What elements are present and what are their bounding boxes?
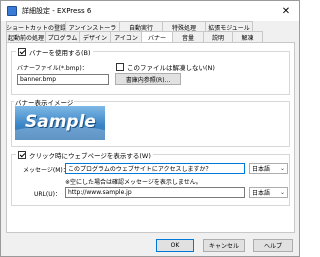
tab-design[interactable]: デザイン [79,31,111,42]
tab-row-2: 起動前の処理 プログラム デザイン アイコン バナー 音量 説明 解凍 [6,31,263,43]
close-icon: ✕ [281,5,291,17]
url-language-select[interactable]: 日本語 ⌄ [249,187,288,198]
url-language-value: 日本語 [252,190,271,197]
tab-program[interactable]: プログラム [45,31,80,42]
use-banner-check-box[interactable] [18,48,26,56]
title-bar[interactable]: 詳細設定 - EXPress 6 ✕ [1,1,299,21]
tab-description[interactable]: 説明 [203,31,233,42]
url-input[interactable]: http://www.sample.jp [65,187,245,198]
chevron-down-icon: ⌄ [279,189,285,196]
tab-volume[interactable]: 音量 [172,31,204,42]
message-language-select[interactable]: 日本語 ⌄ [249,163,288,174]
dialog-window: 詳細設定 - EXPress 6 ✕ ショートカットの登録 アンインストーラ 自… [0,0,300,257]
use-banner-checkbox[interactable]: バナーを使用する(B) [16,47,93,57]
show-web-check-box[interactable] [18,151,26,159]
tab-prelaunch[interactable]: 起動前の処理 [6,31,46,42]
banner-preview-image: Sample [15,106,105,140]
message-label: メッセージ(M)： [23,167,69,174]
banner-file-label: バナーファイル(*.bmp)： [17,65,88,72]
close-button[interactable]: ✕ [273,1,299,21]
show-web-checkbox[interactable]: クリック時にウェブページを表示する(W) [16,150,153,160]
no-extract-checkbox[interactable]: このファイルは解凍しない(N) [116,62,215,72]
message-input[interactable]: このプログラムのウェブサイトにアクセスしますか？ [65,163,245,174]
app-icon [7,6,17,16]
tab-icon[interactable]: アイコン [110,31,142,42]
show-web-label: クリック時にウェブページを表示する(W) [29,152,151,160]
url-label: URL(U)： [34,191,61,198]
no-extract-check-box[interactable] [116,63,124,71]
banner-sample-text: Sample [25,112,96,132]
browse-archive-button[interactable]: 書庫内参照(R)... [115,73,181,85]
tab-extract[interactable]: 解凍 [232,31,263,42]
use-banner-label: バナーを使用する(B) [29,49,91,57]
chevron-down-icon: ⌄ [279,165,285,172]
message-hint-text: ※空にした場合は確認メッセージを表示しません。 [65,179,202,186]
help-button[interactable]: ヘルプ [253,239,293,252]
cancel-button[interactable]: キャンセル [203,239,245,252]
ok-button[interactable]: OK [156,239,194,252]
window-title: 詳細設定 - EXPress 6 [22,7,92,15]
no-extract-label: このファイルは解凍しない(N) [127,64,215,72]
banner-file-input[interactable]: banner.bmp [17,74,109,85]
message-language-value: 日本語 [252,166,271,173]
